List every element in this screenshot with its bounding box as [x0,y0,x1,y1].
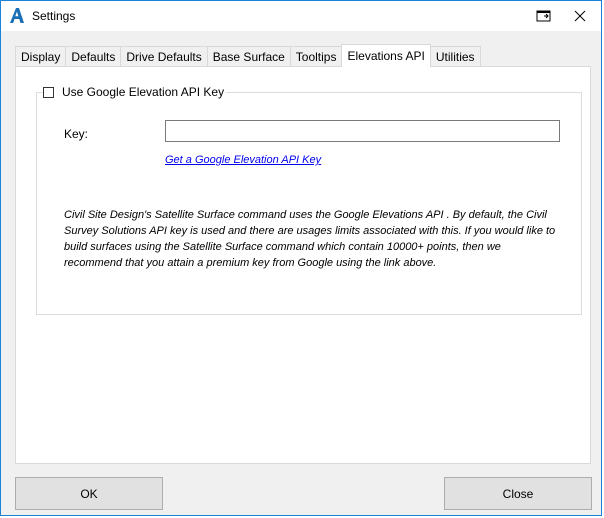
tab-tooltips[interactable]: Tooltips [289,46,343,66]
close-button[interactable]: Close [444,477,592,510]
window-title: Settings [32,9,76,23]
google-api-key-group: Use Google Elevation API Key Key: Get a … [36,85,582,315]
get-api-key-link[interactable]: Get a Google Elevation API Key [165,154,321,166]
settings-window: Settings Display Defaults Drive Defaults… [0,0,602,516]
close-window-button[interactable] [557,1,603,31]
key-label: Key: [64,127,89,141]
tab-display[interactable]: Display [15,46,67,66]
tab-base-surface[interactable]: Base Surface [206,46,291,66]
autocad-a-icon [10,8,24,23]
use-key-label: Use Google Elevation API Key [62,85,225,99]
tab-defaults[interactable]: Defaults [65,46,122,66]
tab-elevations-api[interactable]: Elevations API [341,44,431,67]
close-icon [574,10,586,22]
restore-window-icon [536,10,551,22]
settings-tabs: Display Defaults Drive Defaults Base Sur… [15,44,481,67]
api-key-input[interactable] [165,120,560,142]
title-bar[interactable]: Settings [1,1,601,31]
use-key-option[interactable]: Use Google Elevation API Key [43,85,227,99]
api-info-text: Civil Site Design's Satellite Surface co… [64,209,556,269]
ok-button[interactable]: OK [15,477,163,510]
tab-drive-defaults[interactable]: Drive Defaults [120,46,208,66]
elevations-api-panel: Use Google Elevation API Key Key: Get a … [15,66,591,464]
tab-utilities[interactable]: Utilities [429,46,481,66]
use-key-checkbox[interactable] [43,86,54,98]
